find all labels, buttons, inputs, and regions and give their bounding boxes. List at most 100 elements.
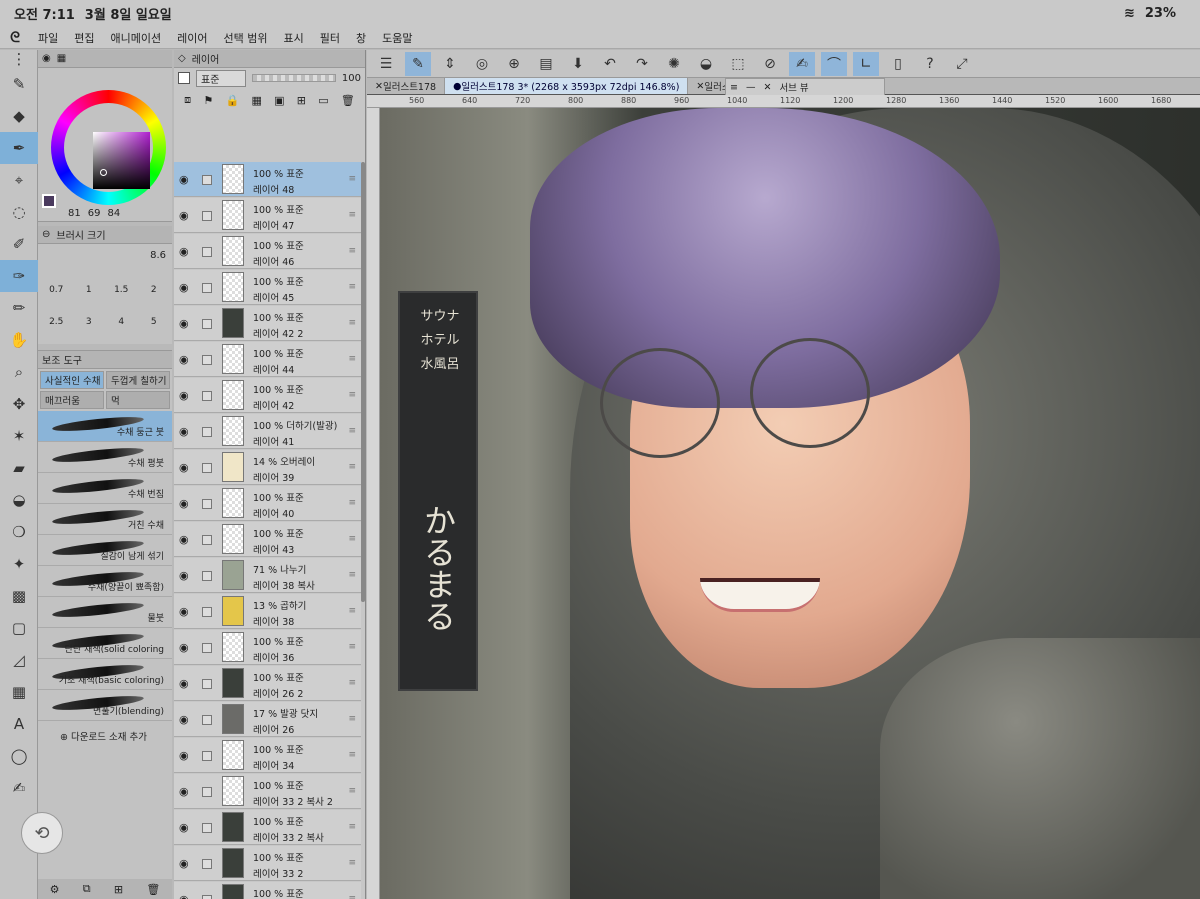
redo-icon[interactable]: ↷ (629, 52, 655, 76)
fill-icon[interactable]: ◒ (693, 52, 719, 76)
new-folder-icon[interactable]: ▭ (318, 94, 328, 107)
new-raster-icon[interactable]: ⊞ (297, 94, 306, 107)
brush-size-preset[interactable]: 3 (73, 298, 106, 330)
layer-lock-checkbox[interactable] (202, 499, 212, 509)
eye-icon[interactable]: ◉ (179, 677, 189, 690)
layer-lock-checkbox[interactable] (202, 571, 212, 581)
pen-pressure-icon[interactable]: ✍ (789, 51, 815, 76)
eyedropper-icon[interactable]: ✐ (0, 228, 38, 260)
layer-lock-checkbox[interactable] (202, 391, 212, 401)
brush-item[interactable]: 물붓 (38, 597, 172, 628)
layer-row[interactable]: ◉ 100 % 표준 레이어 36 ≡ (174, 630, 361, 665)
eye-icon[interactable]: ◉ (179, 497, 189, 510)
clip-studio-logo-icon[interactable]: ᘓ (0, 30, 30, 46)
menu-layer[interactable]: 레이어 (169, 30, 215, 46)
eye-icon[interactable]: ◉ (179, 353, 189, 366)
fill-icon[interactable]: ▰ (0, 452, 38, 484)
eye-icon[interactable]: ◉ (179, 461, 189, 474)
layer-lock-checkbox[interactable] (202, 427, 212, 437)
layer-tab-label[interactable]: 레이어 (192, 51, 220, 66)
brush-item[interactable]: 수채 번짐 (38, 473, 172, 504)
eye-icon[interactable]: ◉ (179, 605, 189, 618)
canvas-tab[interactable]: ✕ 일러스트178 (367, 78, 446, 94)
deselect-icon[interactable]: ⊘ (757, 52, 783, 76)
color-wheel-tab-icon[interactable]: ◉ (42, 53, 51, 64)
layer-row[interactable]: ◉ 100 % 표준 레이어 45 ≡ (174, 270, 361, 305)
drag-handle-icon[interactable]: ≡ (348, 786, 356, 796)
select-object-icon[interactable]: ⌖ (0, 164, 38, 196)
menu-filter[interactable]: 필터 (312, 30, 348, 46)
menu-animation[interactable]: 애니메이션 (103, 30, 170, 46)
brush-size-preset[interactable]: 2 (138, 266, 171, 298)
close-icon[interactable]: ✕ (375, 81, 383, 92)
layer-lock-checkbox[interactable] (202, 787, 212, 797)
layer-lock-checkbox[interactable] (202, 463, 212, 473)
drag-handle-icon[interactable]: ≡ (348, 390, 356, 400)
eye-icon[interactable]: ◉ (179, 893, 189, 899)
loading-icon[interactable]: ✺ (661, 52, 687, 76)
layer-row[interactable]: ◉ 14 % 오버레이 레이어 39 ≡ (174, 450, 361, 485)
brush-item[interactable]: 기초 채색(basic coloring) (38, 659, 172, 690)
brush-item[interactable]: 면풀기(blending) (38, 690, 172, 721)
drag-handle-icon[interactable]: ≡ (348, 174, 356, 184)
layer-color-box[interactable] (178, 72, 190, 84)
menu-icon[interactable]: ≡ (730, 82, 738, 93)
drag-handle-icon[interactable]: ≡ (348, 462, 356, 472)
layer-row[interactable]: ◉ 100 % 표준 레이어 43 ≡ (174, 522, 361, 557)
menu-file[interactable]: 파일 (30, 30, 66, 46)
hand-icon[interactable]: ✋ (0, 324, 38, 356)
open-file-icon[interactable]: ▤ (533, 52, 559, 76)
subtool-group-tab[interactable]: 두껍게 칠하기 (106, 371, 170, 389)
drag-handle-icon[interactable]: ≡ (348, 210, 356, 220)
close-icon[interactable]: ✕ (696, 81, 704, 92)
brush-size-slider-row[interactable]: 8.6 (38, 244, 172, 266)
layer-scrollbar[interactable] (361, 162, 365, 602)
fullscreen-icon[interactable]: ⤢ (949, 52, 975, 76)
eye-icon[interactable]: ◉ (179, 713, 189, 726)
subtool-group-tab[interactable]: 먹 (106, 391, 170, 409)
transform-icon[interactable]: ⬚ (725, 52, 751, 76)
brush-item[interactable]: 수채(양끝이 뾰족함) (38, 566, 172, 597)
rotate-sync-button[interactable]: ⟲ (21, 812, 63, 854)
eye-icon[interactable]: ◉ (179, 785, 189, 798)
ruler-snap-icon[interactable]: ∟ (853, 51, 879, 76)
hamburger-icon[interactable]: ☰ (373, 52, 399, 76)
brush-item[interactable]: 수채 평붓 (38, 442, 172, 473)
edit-icon[interactable]: ✎ (405, 51, 431, 76)
target-icon[interactable]: ◎ (469, 52, 495, 76)
drops-icon[interactable]: ❍ (0, 516, 38, 548)
layer-row[interactable]: ◉ 100 % 표준 ≡ (174, 882, 361, 899)
color-palette-tab-icon[interactable]: ▦ (57, 53, 66, 64)
device-icon[interactable]: ▯ (885, 52, 911, 76)
brush-size-preset[interactable]: 1.5 (105, 266, 138, 298)
reference-icon[interactable]: ⚑ (203, 94, 213, 107)
magic-wand-icon[interactable]: ✶ (0, 420, 38, 452)
brush-size-preset[interactable]: 2.5 (40, 298, 73, 330)
drag-handle-icon[interactable]: ≡ (348, 894, 356, 899)
save-icon[interactable]: ⬇ (565, 52, 591, 76)
lock-transparency-icon[interactable]: ▦ (251, 94, 261, 107)
layer-row[interactable]: ◉ 100 % 표준 레이어 33 2 ≡ (174, 846, 361, 881)
ruler-icon[interactable]: ◿ (0, 644, 38, 676)
pen-tool-icon[interactable]: ✎ (0, 68, 38, 100)
blend-mode-select[interactable]: 표준 (196, 69, 246, 87)
eye-icon[interactable]: ◉ (179, 425, 189, 438)
color-picker-dot[interactable] (100, 169, 107, 176)
eraser-tool-icon[interactable]: ◆ (0, 100, 38, 132)
zoom-icon[interactable]: ⌕ (0, 356, 38, 388)
brush-stroke-icon[interactable]: ⌒ (821, 51, 847, 76)
frame-icon[interactable]: ▦ (0, 676, 38, 708)
brush-item[interactable]: 단단 채색(solid coloring (38, 628, 172, 659)
drag-handle-icon[interactable]: ≡ (348, 570, 356, 580)
layer-row[interactable]: ◉ 100 % 더하기(발광) 레이어 41 ≡ (174, 414, 361, 449)
eye-icon[interactable]: ◉ (179, 245, 189, 258)
layer-lock-checkbox[interactable] (202, 175, 212, 185)
layer-lock-checkbox[interactable] (202, 715, 212, 725)
correction-icon[interactable]: ✍ (0, 772, 38, 804)
layer-row[interactable]: ◉ 13 % 곱하기 레이어 38 ≡ (174, 594, 361, 629)
drag-handle-icon[interactable]: ≡ (348, 822, 356, 832)
drag-handle-icon[interactable]: ≡ (348, 534, 356, 544)
layer-lock-checkbox[interactable] (202, 535, 212, 545)
brush-item[interactable]: 거친 수채 (38, 504, 172, 535)
layer-lock-checkbox[interactable] (202, 895, 212, 899)
